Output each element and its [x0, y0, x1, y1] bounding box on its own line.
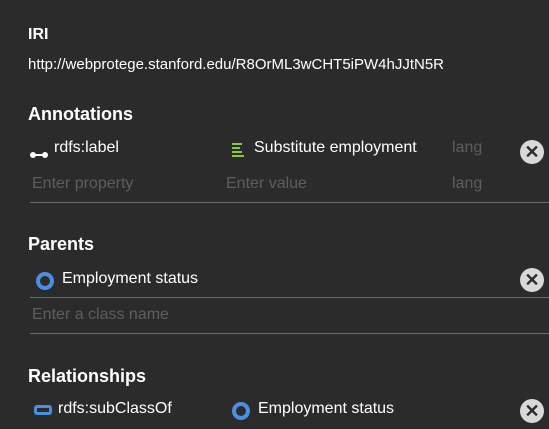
value-input[interactable]: Enter value	[226, 175, 307, 193]
annotation-property[interactable]: rdfs:label	[54, 139, 119, 157]
object-property-icon	[34, 405, 52, 415]
relationship-property[interactable]: rdfs:subClassOf	[58, 400, 172, 418]
entity-editor-panel: IRI http://webprotege.stanford.edu/R8OrM…	[20, 0, 549, 429]
parent-class-label[interactable]: Employment status	[62, 270, 198, 288]
relationship-value[interactable]: Employment status	[258, 400, 394, 418]
parents-heading: Parents	[28, 234, 95, 254]
parent-divider	[30, 297, 549, 298]
remove-relationship-button[interactable]: ✕	[520, 399, 544, 423]
property-input[interactable]: Enter property	[32, 175, 133, 193]
class-name-input[interactable]: Enter a class name	[32, 306, 169, 324]
annotation-property-icon	[30, 146, 48, 158]
class-icon	[232, 402, 250, 420]
parents-divider	[30, 333, 549, 334]
remove-icon: ✕	[524, 142, 540, 162]
remove-icon: ✕	[524, 401, 540, 421]
annotations-divider	[30, 202, 549, 203]
class-icon	[36, 272, 54, 290]
annotations-heading: Annotations	[28, 104, 133, 124]
remove-annotation-button[interactable]: ✕	[520, 140, 544, 164]
iri-heading: IRI	[28, 26, 49, 43]
relationships-heading: Relationships	[28, 366, 147, 386]
iri-value[interactable]: http://webprotege.stanford.edu/R8OrML3wC…	[28, 56, 444, 73]
literal-value-icon	[232, 141, 248, 157]
lang-input[interactable]: lang	[452, 175, 482, 193]
remove-icon: ✕	[524, 270, 540, 290]
annotation-value[interactable]: Substitute employment	[254, 139, 417, 157]
annotation-lang[interactable]: lang	[452, 139, 482, 157]
remove-parent-button[interactable]: ✕	[520, 268, 544, 292]
